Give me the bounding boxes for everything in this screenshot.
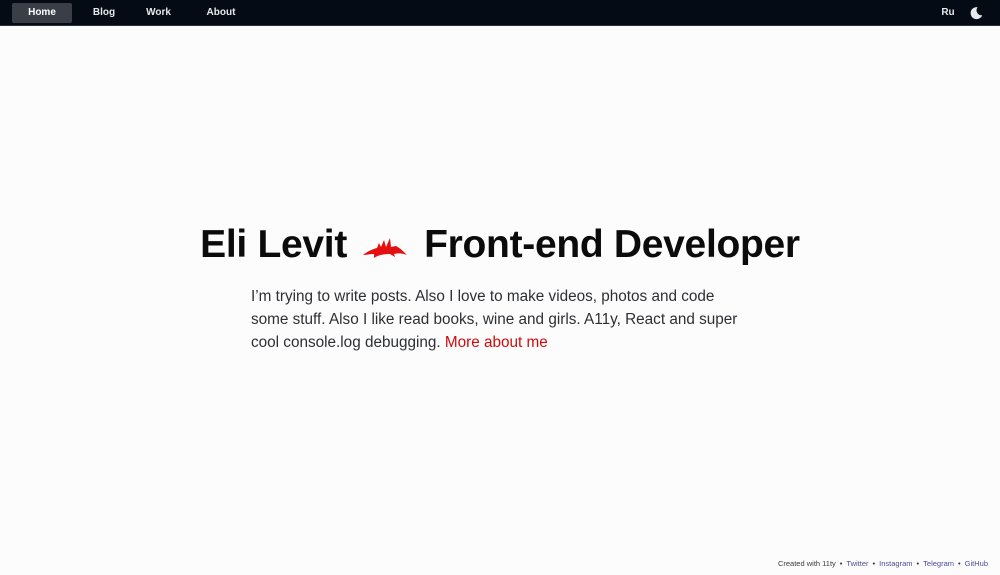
moon-icon[interactable] xyxy=(968,5,984,21)
nav-item-blog[interactable]: Blog xyxy=(72,3,136,23)
footer-link-github[interactable]: GitHub xyxy=(965,559,988,568)
page-footer: Created with 11ty • Twitter • Instagram • Tele… xyxy=(778,559,988,569)
main-nav: Home Blog Work About xyxy=(12,3,261,23)
footer-link-instagram[interactable]: Instagram xyxy=(879,559,912,568)
footer-link-twitter[interactable]: Twitter xyxy=(846,559,868,568)
footer-link-telegram[interactable]: Telegram xyxy=(923,559,954,568)
footer-separator: • xyxy=(916,559,920,568)
created-with-link[interactable]: 11ty xyxy=(822,559,836,568)
nav-item-work[interactable]: Work xyxy=(136,3,181,23)
top-navigation-bar: Home Blog Work About Ru xyxy=(0,0,1000,26)
more-about-me-link[interactable]: More about me xyxy=(445,334,548,351)
created-with-text: Created with xyxy=(777,559,823,568)
nav-item-about[interactable]: About xyxy=(181,3,261,23)
nav-item-home[interactable]: Home xyxy=(12,3,72,23)
intro-paragraph: I’m trying to write posts. Also I love t… xyxy=(251,285,751,354)
footer-separator: • xyxy=(872,559,876,568)
author-name: Eli Levit xyxy=(200,223,348,266)
footer-separator: • xyxy=(958,559,961,568)
page-title: Eli Levit Front-end Developer xyxy=(0,222,1000,268)
author-role: Front-end Developer xyxy=(424,223,800,266)
footer-separator: • xyxy=(839,559,843,568)
hero-section: Eli Levit Front-end Developer xyxy=(0,222,1000,268)
red-wing-icon xyxy=(362,225,408,258)
language-switch-button[interactable]: Ru xyxy=(937,3,959,23)
